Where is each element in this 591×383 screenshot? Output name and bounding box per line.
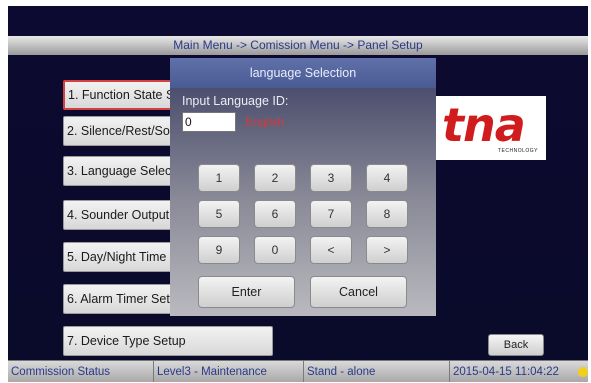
status-bar: Commission Status Level3 - Maintenance S… [8,360,588,382]
cancel-button[interactable]: Cancel [310,276,407,308]
tna-logo: tna TECHNOLOGY [436,96,546,160]
language-selection-dialog: language Selection Input Language ID: 0 … [170,58,436,316]
language-name: English [245,115,285,129]
key-next[interactable]: > [366,236,408,264]
status-network-mode: Stand - alone [304,361,450,382]
logo-mark: tna [442,98,526,152]
key-0[interactable]: 0 [254,236,296,264]
key-1[interactable]: 1 [198,164,240,192]
key-9[interactable]: 9 [198,236,240,264]
key-3[interactable]: 3 [310,164,352,192]
key-2[interactable]: 2 [254,164,296,192]
dialog-title: language Selection [170,58,436,88]
key-7[interactable]: 7 [310,200,352,228]
breadcrumb: Main Menu -> Comission Menu -> Panel Set… [8,36,588,55]
enter-button[interactable]: Enter [198,276,295,308]
status-access-level: Level3 - Maintenance [154,361,304,382]
status-datetime: 2015-04-15 11:04:22 [453,366,559,378]
key-4[interactable]: 4 [366,164,408,192]
logo-subtitle: TECHNOLOGY [498,148,539,154]
menu-item-device-type-setup[interactable]: 7. Device Type Setup [63,326,273,356]
status-indicator-icon [578,367,588,377]
key-5[interactable]: 5 [198,200,240,228]
key-6[interactable]: 6 [254,200,296,228]
back-button[interactable]: Back [488,334,544,356]
key-previous[interactable]: < [310,236,352,264]
language-id-input[interactable]: 0 [182,112,236,132]
status-mode: Commission Status [8,361,154,382]
panel-screen: Main Menu -> Comission Menu -> Panel Set… [8,6,588,382]
key-8[interactable]: 8 [366,200,408,228]
language-id-label: Input Language ID: [182,94,289,108]
